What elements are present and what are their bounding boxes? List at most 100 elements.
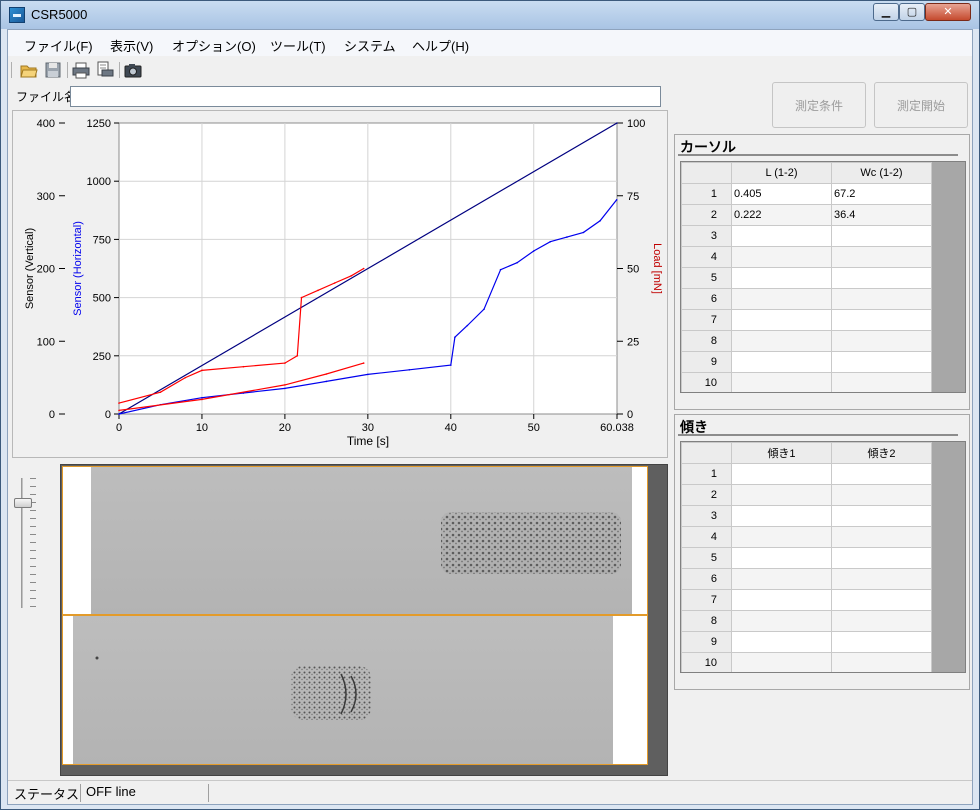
grid-row[interactable]: 5 — [681, 547, 932, 569]
data-point-horizontal — [118, 413, 120, 415]
grid-row[interactable]: 10 — [681, 372, 932, 392]
grid-cell[interactable] — [731, 372, 832, 392]
cursor-grid[interactable]: L (1-2) Wc (1-2) 1 0.405 67.2 2 0.222 36.4 3 4 5 6 7… — [680, 161, 966, 393]
grid-cell[interactable] — [831, 526, 932, 548]
camera-icon[interactable] — [124, 61, 142, 79]
grid-row[interactable]: 5 — [681, 267, 932, 289]
grid-column-header[interactable]: L (1-2) — [731, 162, 832, 184]
open-folder-icon[interactable] — [20, 61, 38, 79]
y-horizontal-axis-label: Sensor (Horizontal) — [72, 221, 84, 316]
grid-row-number: 5 — [681, 267, 732, 289]
image-frame-top — [62, 466, 648, 615]
grid-row[interactable]: 2 — [681, 484, 932, 506]
grid-row[interactable]: 4 — [681, 246, 932, 268]
grid-cell[interactable]: 67.2 — [831, 183, 932, 205]
grid-cell[interactable] — [731, 589, 832, 611]
menu-options[interactable]: オプション(O) — [172, 36, 256, 55]
grid-cell[interactable] — [831, 351, 932, 373]
grid-cell[interactable] — [831, 372, 932, 392]
file-name-field[interactable] — [70, 86, 661, 107]
grid-cell[interactable] — [731, 351, 832, 373]
grid-row[interactable]: 6 — [681, 288, 932, 310]
menu-tools[interactable]: ツール(T) — [270, 36, 326, 55]
grid-cell[interactable]: 0.405 — [731, 183, 832, 205]
grid-cell[interactable] — [831, 589, 932, 611]
menu-help[interactable]: ヘルプ(H) — [412, 36, 469, 55]
grid-cell[interactable] — [831, 309, 932, 331]
grid-row[interactable]: 8 — [681, 330, 932, 352]
grid-cell[interactable] — [731, 568, 832, 590]
data-point-horizontal — [201, 396, 203, 399]
close-button[interactable]: ✕ — [925, 3, 971, 21]
y-horizontal-tick-label: 250 — [93, 351, 111, 363]
grid-cell[interactable] — [831, 631, 932, 653]
slope-table: 傾き1 傾き2 1 2 3 4 5 6 7 8 9 10 — [681, 442, 932, 672]
grid-cell[interactable] — [831, 505, 932, 527]
grid-cell[interactable] — [731, 484, 832, 506]
grid-row-number: 10 — [681, 652, 732, 672]
grid-row[interactable]: 1 — [681, 463, 932, 485]
grid-cell[interactable] — [731, 463, 832, 485]
zoom-slider-thumb[interactable] — [14, 498, 32, 508]
grid-row[interactable]: 9 — [681, 631, 932, 653]
grid-cell[interactable] — [731, 526, 832, 548]
grid-cell[interactable] — [731, 225, 832, 247]
grid-row[interactable]: 8 — [681, 610, 932, 632]
grid-row-number: 1 — [681, 183, 732, 205]
grid-row[interactable]: 4 — [681, 526, 932, 548]
grid-cell[interactable] — [831, 246, 932, 268]
grid-cell[interactable] — [731, 246, 832, 268]
grid-cell[interactable] — [731, 309, 832, 331]
grid-cell[interactable]: 0.222 — [731, 204, 832, 226]
grid-row[interactable]: 3 — [681, 505, 932, 527]
grid-cell[interactable] — [731, 610, 832, 632]
grid-cell[interactable]: 36.4 — [831, 204, 932, 226]
title-bar[interactable]: CSR5000 ▁ ▢ ✕ — [1, 1, 979, 29]
grid-cell[interactable] — [731, 330, 832, 352]
grid-column-header[interactable]: 傾き2 — [831, 442, 932, 464]
grid-cell[interactable] — [831, 547, 932, 569]
grid-cell[interactable] — [731, 631, 832, 653]
grid-cell[interactable] — [831, 330, 932, 352]
cursor-group: カーソル L (1-2) Wc (1-2) 1 0.405 67.2 2 0.222 36.4… — [674, 134, 970, 410]
grid-column-header[interactable]: 傾き1 — [731, 442, 832, 464]
grid-cell[interactable] — [831, 225, 932, 247]
grid-cell[interactable] — [831, 610, 932, 632]
grid-cell[interactable] — [731, 267, 832, 289]
print-icon[interactable] — [72, 61, 90, 79]
grid-row[interactable]: 2 0.222 36.4 — [681, 204, 932, 226]
slope-grid[interactable]: 傾き1 傾き2 1 2 3 4 5 6 7 8 9 10 — [680, 441, 966, 673]
minimize-button[interactable]: ▁ — [873, 3, 899, 21]
menu-system[interactable]: システム — [344, 36, 396, 55]
grid-row[interactable]: 1 0.405 67.2 — [681, 183, 932, 205]
grid-cell[interactable] — [831, 652, 932, 672]
grid-row[interactable]: 7 — [681, 309, 932, 331]
grid-cell[interactable] — [831, 463, 932, 485]
grid-column-header[interactable]: Wc (1-2) — [831, 162, 932, 184]
grid-row[interactable]: 3 — [681, 225, 932, 247]
grid-cell[interactable] — [831, 288, 932, 310]
maximize-button[interactable]: ▢ — [899, 3, 925, 21]
menu-view[interactable]: 表示(V) — [110, 36, 153, 55]
grid-cell[interactable] — [831, 568, 932, 590]
grid-row[interactable]: 10 — [681, 652, 932, 672]
grid-row[interactable]: 6 — [681, 568, 932, 590]
grid-row[interactable]: 9 — [681, 351, 932, 373]
x-tick-label: 0 — [116, 422, 122, 434]
grid-cell[interactable] — [731, 547, 832, 569]
grid-cell[interactable] — [731, 505, 832, 527]
save-icon[interactable] — [44, 61, 62, 79]
y-vertical-tick-label: 0 — [49, 409, 55, 421]
measurement-conditions-button[interactable]: 測定条件 — [772, 82, 866, 128]
grid-cell[interactable] — [731, 652, 832, 672]
data-point-vertical — [118, 402, 120, 404]
grid-row[interactable]: 7 — [681, 589, 932, 611]
print-preview-icon[interactable] — [96, 61, 114, 79]
grid-cell[interactable] — [831, 267, 932, 289]
menu-file[interactable]: ファイル(F) — [24, 36, 93, 55]
grid-row-number: 8 — [681, 610, 732, 632]
data-point-horizontal — [615, 199, 618, 201]
grid-cell[interactable] — [731, 288, 832, 310]
grid-cell[interactable] — [831, 484, 932, 506]
start-measurement-button[interactable]: 測定開始 — [874, 82, 968, 128]
